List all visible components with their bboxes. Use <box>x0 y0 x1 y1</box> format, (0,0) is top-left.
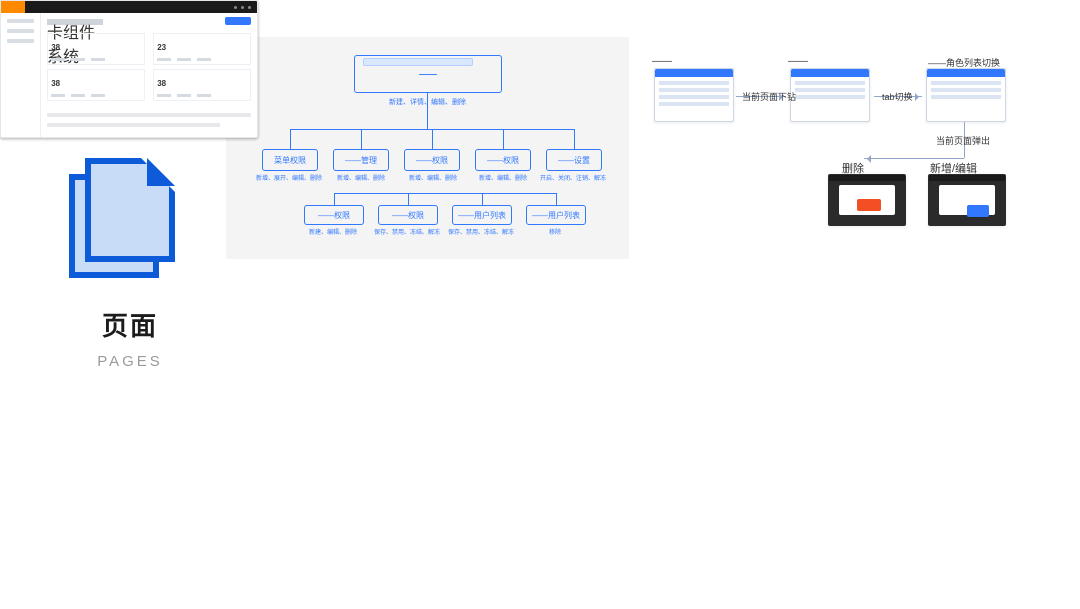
flow-screen-thumb <box>926 68 1006 122</box>
tree-node: ——权限 <box>475 149 531 171</box>
flow-screen-thumb <box>654 68 734 122</box>
flow-modal-delete <box>828 174 906 226</box>
flow-label: 当前页面下钻 <box>742 90 796 103</box>
tree-node-actions: 新增、编辑、删除 <box>468 173 538 182</box>
panel-title: 卡组件系统 <box>47 19 103 25</box>
tree-node-actions: 新增、展开、编辑、删除 <box>254 173 324 182</box>
primary-button[interactable] <box>225 17 251 25</box>
flow-modal-edit <box>928 174 1006 226</box>
flow-label: 当前页面弹出 <box>936 134 990 147</box>
tree-node-actions: 保存、禁用、冻结、解冻 <box>446 227 516 236</box>
tree-node-actions: 新建、编辑、删除 <box>298 227 368 236</box>
tree-node-actions: 开启、关闭、注销、解冻 <box>538 173 608 182</box>
flow-arrow <box>864 158 964 159</box>
tree-node-actions: 移除 <box>520 227 590 236</box>
tree-node: ——管理 <box>333 149 389 171</box>
section-title: 页面 <box>60 306 200 343</box>
pages-icon <box>85 158 175 262</box>
tree-node: ——用户列表 <box>452 205 512 225</box>
dashboard-thumb-card-system: 卡组件系统 38 23 38 38 <box>0 0 258 138</box>
flow-label: tab切换 <box>882 90 913 103</box>
interaction-flow-diagram: —— —— ——角色列表切换 当前页面下钻 tab切换 当前页面弹出 删除 新增… <box>646 54 1049 238</box>
tree-node-actions: 保存、禁用、冻结、解冻 <box>372 227 442 236</box>
tree-node: 菜单权限 <box>262 149 318 171</box>
tree-node: ——权限 <box>404 149 460 171</box>
flow-caption: —— <box>788 56 808 67</box>
section-subtitle: PAGES <box>60 353 200 370</box>
tree-node: ——用户列表 <box>526 205 586 225</box>
tree-root-node: —— <box>354 55 502 93</box>
flow-screen-thumb <box>790 68 870 122</box>
tree-node-actions: 新增、编辑、删除 <box>398 173 468 182</box>
metric-tile: 38 <box>153 69 251 101</box>
tree-node: ——权限 <box>304 205 364 225</box>
section-heading: 页面 PAGES <box>60 158 200 370</box>
metric-tile: 23 <box>153 33 251 65</box>
tree-node-actions: 新增、编辑、删除 <box>326 173 396 182</box>
metric-tile: 38 <box>47 33 145 65</box>
flow-caption: —— <box>652 56 672 67</box>
tree-node: ——设置 <box>546 149 602 171</box>
tree-node: ——权限 <box>378 205 438 225</box>
hierarchy-diagram: —— 新建、详情、编辑、删除 菜单权限 ——管理 ——权限 ——权限 ——设置 … <box>226 37 629 259</box>
metric-tile: 38 <box>47 69 145 101</box>
